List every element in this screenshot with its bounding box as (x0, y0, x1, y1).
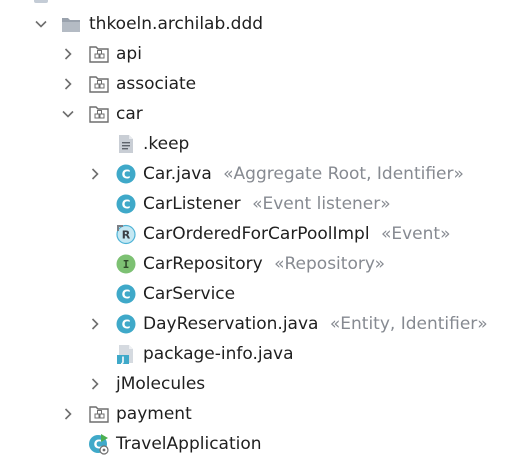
tree-node-car[interactable]: car (0, 99, 530, 129)
project-tree: thkoeln.archilab.ddd api associate car .… (0, 0, 530, 459)
node-name: Car.java (143, 164, 212, 184)
chevron-right-icon[interactable] (60, 76, 76, 92)
tree-node-carlistener[interactable]: C CarListener «Event listener» (0, 189, 530, 219)
tree-node-car-java[interactable]: C Car.java «Aggregate Root, Identifier» (0, 159, 530, 189)
class-icon: C (115, 313, 137, 335)
tree-node-dayreservation-java[interactable]: C DayReservation.java «Entity, Identifie… (0, 309, 530, 339)
chevron-right-icon[interactable] (87, 376, 103, 392)
tree-node-keep[interactable]: .keep (0, 129, 530, 159)
class-icon: C (115, 163, 137, 185)
record-icon: R (115, 223, 137, 245)
tree-node-carservice[interactable]: C CarService (0, 279, 530, 309)
package-icon (88, 403, 110, 425)
node-annotation: «Aggregate Root, Identifier» (223, 164, 464, 184)
text-file-icon (115, 133, 137, 155)
node-annotation: «Repository» (274, 254, 385, 274)
node-name: CarListener (143, 194, 241, 214)
package-icon (88, 103, 110, 125)
chevron-right-icon[interactable] (87, 166, 103, 182)
tree-node-label: api (116, 44, 142, 64)
tree-node-label: CarListener «Event listener» (143, 193, 391, 215)
folder-icon (60, 13, 82, 35)
node-annotation: «Entity, Identifier» (329, 314, 488, 334)
tree-node-label: thkoeln.archilab.ddd (89, 14, 264, 34)
svg-text:C: C (122, 288, 131, 302)
svg-text:J: J (121, 356, 125, 365)
package-icon (88, 43, 110, 65)
svg-text:C: C (122, 198, 131, 212)
parent-row-fragment (34, 0, 48, 3)
spring-boot-class-icon: C (88, 433, 110, 455)
tree-node-label: package-info.java (143, 344, 294, 364)
tree-node-label: TravelApplication (116, 434, 262, 454)
chevron-down-icon[interactable] (60, 106, 76, 122)
node-annotation: «Event» (380, 224, 451, 244)
node-name: DayReservation.java (143, 314, 319, 334)
class-icon: C (115, 283, 137, 305)
java-file-icon: J (115, 343, 137, 365)
tree-node-payment[interactable]: payment (0, 399, 530, 429)
tree-node-label: .keep (143, 134, 190, 154)
node-annotation: «Event listener» (252, 194, 391, 214)
package-icon (88, 73, 110, 95)
svg-text:I: I (123, 258, 130, 271)
node-name: CarOrderedForCarPoolImpl (143, 224, 370, 244)
chevron-down-icon[interactable] (33, 16, 49, 32)
tree-node-associate[interactable]: associate (0, 69, 530, 99)
tree-node-label: jMolecules (116, 374, 206, 394)
chevron-right-icon[interactable] (60, 406, 76, 422)
tree-node-jmolecules[interactable]: jMolecules (0, 369, 530, 399)
tree-node-travelapplication[interactable]: C TravelApplication (0, 429, 530, 459)
class-icon: C (115, 193, 137, 215)
tree-node-carorderedforcarpoolimpl[interactable]: R CarOrderedForCarPoolImpl «Event» (0, 219, 530, 249)
chevron-right-icon[interactable] (87, 316, 103, 332)
tree-node-api[interactable]: api (0, 39, 530, 69)
svg-text:R: R (122, 229, 131, 242)
tree-node-label: car (116, 104, 143, 124)
interface-icon: I (115, 253, 137, 275)
svg-text:C: C (122, 318, 131, 332)
tree-node-label: CarService (143, 284, 236, 304)
svg-text:C: C (122, 168, 131, 182)
tree-node-label: CarOrderedForCarPoolImpl «Event» (143, 223, 450, 245)
chevron-right-icon[interactable] (60, 46, 76, 62)
tree-node-label: associate (116, 74, 197, 94)
tree-node-label: CarRepository «Repository» (143, 253, 385, 275)
tree-node-carrepository[interactable]: I CarRepository «Repository» (0, 249, 530, 279)
tree-node-label: Car.java «Aggregate Root, Identifier» (143, 163, 464, 185)
tree-node-label: payment (116, 404, 192, 424)
tree-node-label: DayReservation.java «Entity, Identifier» (143, 313, 488, 335)
tree-node-package-info-java[interactable]: J package-info.java (0, 339, 530, 369)
tree-node-root[interactable]: thkoeln.archilab.ddd (0, 9, 530, 39)
node-name: CarRepository (143, 254, 263, 274)
